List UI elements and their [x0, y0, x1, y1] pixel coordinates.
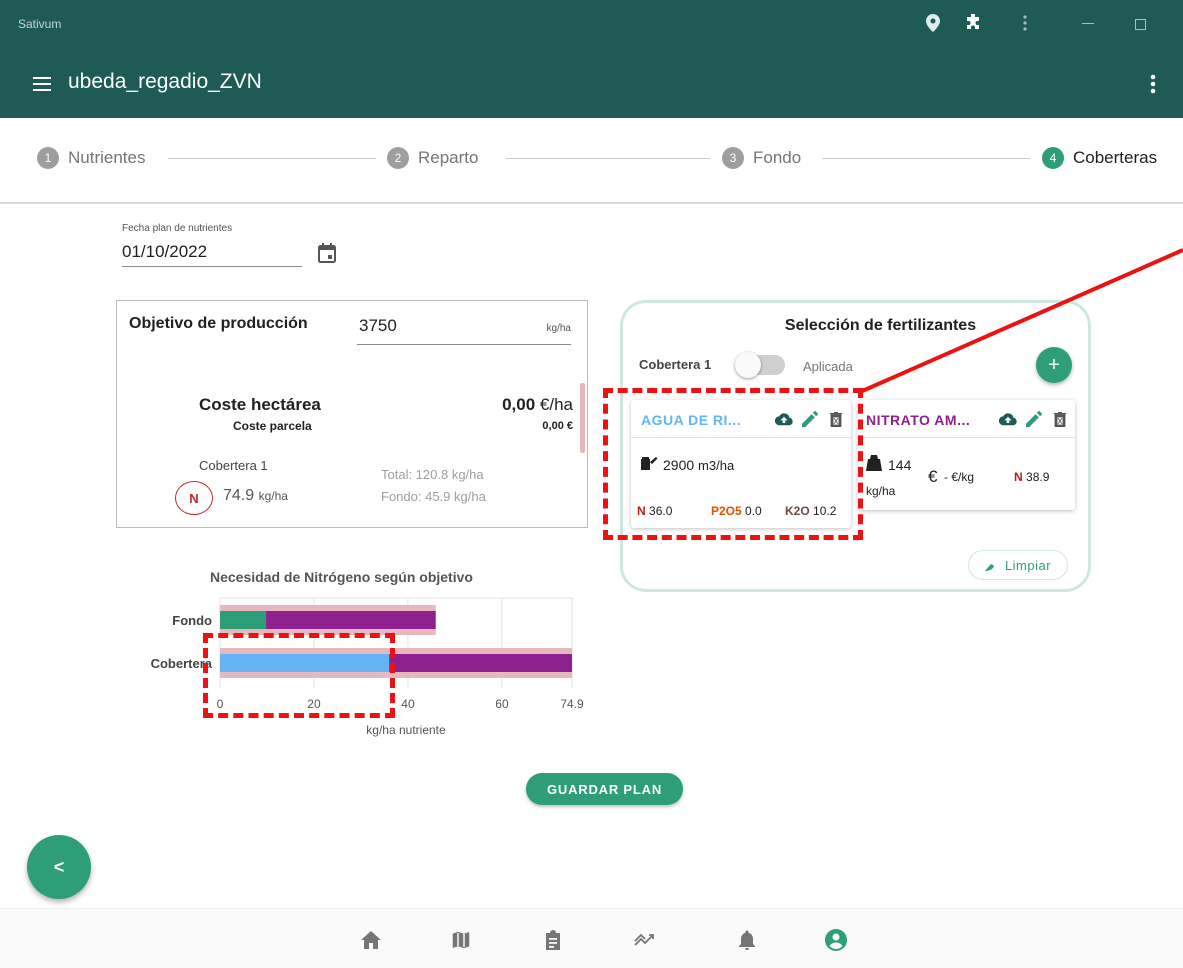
- chart-title: Necesidad de Nitrógeno según objetivo: [210, 569, 473, 585]
- page-title: ubeda_regadio_ZVN: [68, 70, 262, 93]
- trend-icon[interactable]: [632, 927, 658, 953]
- nitrogen-content: N 38.9: [1014, 470, 1049, 484]
- fertilizer-amount-value: 144: [888, 457, 912, 473]
- objective-title: Objetivo de producción: [129, 315, 308, 332]
- hamburger-menu-icon[interactable]: [28, 70, 56, 98]
- broom-icon: [984, 559, 999, 571]
- step-label: Nutrientes: [68, 148, 146, 167]
- tick-label: 60: [495, 697, 509, 711]
- home-icon[interactable]: [358, 927, 384, 953]
- fertilizer-price: - €/kg: [944, 470, 975, 484]
- fertilizer-card-actions: [999, 410, 1069, 428]
- delete-icon[interactable]: [1051, 410, 1069, 428]
- limpiar-label: Limpiar: [1004, 557, 1052, 573]
- tick-label: 40: [401, 697, 415, 711]
- maximize-icon[interactable]: [1128, 12, 1152, 36]
- step-connector: [822, 158, 1030, 159]
- app-title: Sativum: [18, 17, 62, 31]
- coste-parcela-label: Coste parcela: [233, 419, 312, 433]
- objective-input[interactable]: 3750 kg/ha: [357, 315, 571, 345]
- fondo-label: Fondo: 45.9 kg/ha: [381, 489, 486, 504]
- app-root: Sativum ubeda_regadio_ZVN 1 Nutrientes 2…: [0, 0, 1183, 968]
- fertilizer-card-nitrato[interactable]: NITRATO AM... 144 kg/ha € - €/kg N 38.9: [858, 400, 1075, 510]
- highlight-box-fertilizer: [603, 388, 863, 540]
- save-plan-button[interactable]: GUARDAR PLAN: [526, 773, 683, 805]
- cobertera-selector-label: Cobertera 1: [639, 357, 712, 372]
- cobertera-label: Cobertera 1: [199, 458, 268, 473]
- bell-icon[interactable]: [734, 927, 760, 953]
- card-scrollbar[interactable]: [580, 383, 585, 453]
- account-icon[interactable]: [823, 927, 849, 953]
- coste-hectarea-label: Coste hectárea: [199, 395, 321, 414]
- coste-hectarea-value: 0,00 €/ha: [502, 395, 573, 415]
- kebab-icon[interactable]: [1012, 10, 1038, 36]
- toggle-knob: [735, 352, 761, 378]
- app-bar: ubeda_regadio_ZVN: [0, 50, 1183, 118]
- step-connector: [506, 158, 710, 159]
- aplicada-toggle[interactable]: [735, 352, 785, 378]
- step-connector: [168, 158, 376, 159]
- more-options-icon[interactable]: [1139, 70, 1167, 98]
- highlight-box-chart: [203, 633, 395, 718]
- calendar-icon[interactable]: [316, 242, 338, 264]
- date-input[interactable]: 01/10/2022: [122, 241, 302, 267]
- objective-unit: kg/ha: [546, 323, 571, 334]
- fertilizer-card-header: NITRATO AM...: [858, 400, 1075, 438]
- step-label: Reparto: [418, 148, 479, 167]
- minimize-icon[interactable]: [1076, 12, 1100, 36]
- date-field-label: Fecha plan de nutrientes: [122, 223, 233, 234]
- fertilizer-panel-title: Selección de fertilizantes: [784, 317, 977, 334]
- aplicada-label: Aplicada: [803, 359, 853, 374]
- location-icon[interactable]: [920, 10, 946, 36]
- production-objective-card: Objetivo de producción 3750 kg/ha Coste …: [116, 300, 588, 528]
- coste-hectarea-amount: 0,00: [502, 395, 536, 414]
- stepper: 1 Nutrientes 2 Reparto 3 Fondo 4 Coberte…: [0, 118, 1183, 204]
- category-label: Fondo: [172, 613, 212, 628]
- step-label: Fondo: [753, 148, 802, 167]
- cloud-upload-icon[interactable]: [999, 410, 1017, 428]
- puzzle-icon[interactable]: [960, 10, 986, 36]
- clipboard-icon[interactable]: [540, 927, 566, 953]
- bar-segment: [220, 611, 267, 629]
- coste-hectarea-unit: €/ha: [539, 395, 573, 414]
- step-reparto[interactable]: 2 Reparto: [387, 146, 478, 170]
- x-axis-label: kg/ha nutriente: [366, 723, 446, 737]
- step-coberteras[interactable]: 4 Coberteras: [1042, 146, 1157, 170]
- add-fertilizer-button[interactable]: +: [1036, 347, 1072, 383]
- back-button[interactable]: <: [27, 835, 91, 899]
- bottom-navigation: [0, 908, 1183, 968]
- step-number: 2: [387, 147, 409, 169]
- map-icon[interactable]: [448, 927, 474, 953]
- step-fondo[interactable]: 3 Fondo: [722, 146, 801, 170]
- nitrogen-amount: 74.9: [223, 487, 255, 504]
- step-nutrientes[interactable]: 1 Nutrientes: [37, 146, 145, 170]
- nitrogen-unit: kg/ha: [258, 489, 288, 503]
- total-label: Total: 120.8 kg/ha: [381, 467, 484, 482]
- n-label: N: [1014, 470, 1023, 484]
- nitrogen-value: 74.9 kg/ha: [223, 487, 288, 505]
- tick-label: 74.9: [560, 697, 584, 711]
- fertilizer-amount-unit: kg/ha: [866, 484, 896, 498]
- step-number: 1: [37, 147, 59, 169]
- coste-parcela-value: 0,00 €: [542, 420, 573, 432]
- fertilizer-bag-icon: [866, 455, 882, 471]
- step-label: Coberteras: [1073, 148, 1158, 167]
- limpiar-button[interactable]: Limpiar: [968, 550, 1068, 580]
- euro-icon: €: [928, 467, 938, 486]
- bar-segment: [266, 611, 436, 629]
- edit-icon[interactable]: [1025, 410, 1043, 428]
- nitrogen-badge: N: [175, 481, 213, 515]
- step-number: 3: [722, 147, 744, 169]
- step-number: 4: [1042, 147, 1064, 169]
- window-titlebar: Sativum: [0, 0, 1183, 50]
- objective-value: 3750: [359, 316, 397, 335]
- bar-segment: [389, 654, 572, 672]
- fertilizer-name: NITRATO AM...: [866, 412, 971, 428]
- n-value: 38.9: [1026, 470, 1050, 484]
